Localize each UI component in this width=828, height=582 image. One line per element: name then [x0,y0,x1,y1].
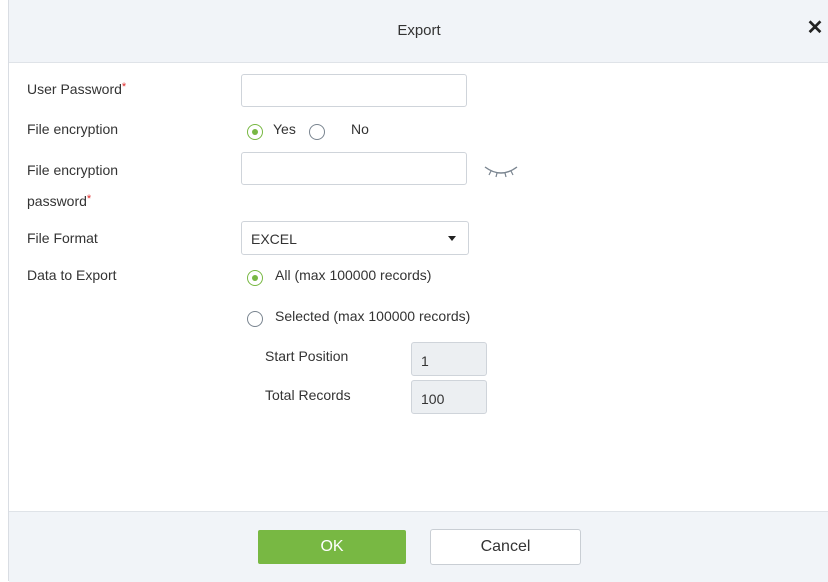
export-all-radio[interactable] [247,270,263,286]
export-selected-label: Selected (max 100000 records) [275,308,471,324]
file-format-select[interactable]: EXCEL [241,221,469,255]
chevron-down-icon [448,236,456,241]
data-to-export-label: Data to Export [27,267,117,283]
file-format-label: File Format [27,230,98,246]
file-encryption-password-label-line2-text: password [27,193,87,209]
file-encryption-no-radio[interactable] [309,124,325,140]
eye-closed-icon[interactable] [483,160,519,180]
export-selected-radio[interactable] [247,311,263,327]
user-password-input[interactable] [241,74,467,107]
ok-button[interactable]: OK [258,530,406,564]
total-records-input[interactable]: 100 [411,380,487,414]
user-password-label: User Password* [27,81,126,97]
file-encryption-password-label-line2: password* [27,193,91,209]
required-mark: * [121,81,127,93]
file-encryption-password-label-line1: File encryption [27,162,119,178]
file-encryption-password-input[interactable] [241,152,467,185]
file-encryption-no-label: No [351,121,369,137]
cancel-button[interactable]: Cancel [430,529,581,565]
start-position-label: Start Position [265,348,349,364]
total-records-label: Total Records [265,387,351,403]
export-dialog: Export ✕ User Password* File encryption … [8,0,828,582]
start-position-value: 1 [421,353,429,369]
close-icon[interactable]: ✕ [805,18,825,38]
file-encryption-label: File encryption [27,121,119,137]
start-position-input[interactable]: 1 [411,342,487,376]
required-mark: * [86,193,92,205]
total-records-value: 100 [421,391,445,407]
file-encryption-yes-radio[interactable] [247,124,263,140]
dialog-title: Export [397,22,441,39]
file-format-value: EXCEL [251,231,297,247]
dialog-footer: OK Cancel [9,511,828,582]
file-encryption-yes-label: Yes [273,121,296,137]
dialog-header: Export ✕ [9,0,828,63]
export-all-label: All (max 100000 records) [275,267,432,283]
user-password-label-text: User Password [27,81,122,97]
